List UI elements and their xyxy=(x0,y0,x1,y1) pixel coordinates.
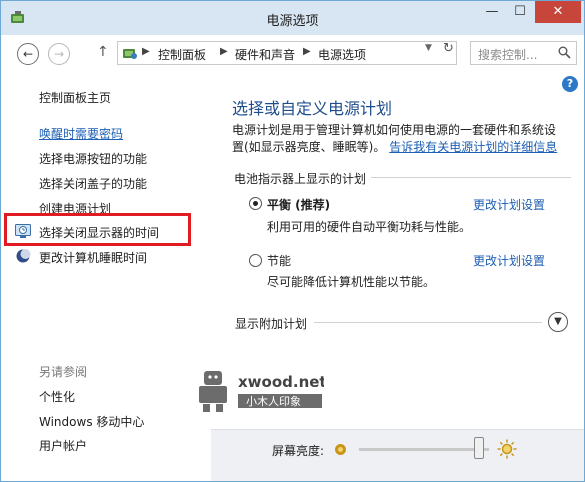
minimize-button[interactable]: — xyxy=(479,1,505,23)
section-divider xyxy=(371,177,571,178)
crumb-control-panel[interactable]: 控制面板 xyxy=(158,46,206,63)
arrow-up-icon: ↑ xyxy=(97,44,109,60)
crumb-hardware-sound[interactable]: 硬件和声音 xyxy=(235,46,295,63)
sidebar-item-personalization[interactable]: 个性化 xyxy=(39,388,75,405)
plan-balanced-desc: 利用可用的硬件自动平衡功耗与性能。 xyxy=(267,220,472,234)
plan-power-saver-name[interactable]: 节能 xyxy=(267,252,291,269)
svg-text:小木人印象: 小木人印象 xyxy=(246,395,301,408)
sidebar-item-sleep-time[interactable]: 更改计算机睡眠时间 xyxy=(39,249,147,266)
sidebar-item-mobility-center[interactable]: Windows 移动中心 xyxy=(39,413,144,430)
sidebar-control-panel-home[interactable]: 控制面板主页 xyxy=(39,89,111,106)
control-panel-icon xyxy=(123,49,137,59)
crumb-power-options[interactable]: 电源选项 xyxy=(318,46,366,63)
see-also-heading: 另请参阅 xyxy=(39,365,88,379)
highlight-box xyxy=(4,213,191,246)
refresh-icon[interactable]: ↻ xyxy=(443,41,454,56)
watermark-logo: xwood.net 小木人印象 xyxy=(199,371,324,412)
title-bar: 电源选项 — ☐ ✕ xyxy=(1,1,584,35)
plan-power-saver-radio[interactable] xyxy=(249,254,262,267)
address-row: ← → ↑ ▶ 控制面板 ▶ 硬件和声音 ▶ 电源选项 ▼ ↻ 搜索控制... xyxy=(1,35,584,71)
brightness-label: 屏幕亮度: xyxy=(272,444,325,458)
plan-balanced-change-link[interactable]: 更改计划设置 xyxy=(473,196,545,213)
page-description: 电源计划是用于管理计算机如何使用电源的一套硬件和系统设置(如显示器亮度、睡眠等)… xyxy=(232,122,562,156)
show-additional-plans-label[interactable]: 显示附加计划 xyxy=(235,315,307,332)
chevron-down-icon: ▼ xyxy=(554,316,562,327)
brightness-slider[interactable] xyxy=(359,448,489,451)
section-label: 电池指示器上显示的计划 xyxy=(234,172,367,186)
moon-icon xyxy=(16,249,31,263)
arrow-left-icon: ← xyxy=(22,47,34,61)
search-input[interactable]: 搜索控制... xyxy=(470,41,577,65)
expand-button[interactable]: ▼ xyxy=(548,312,568,332)
search-icon[interactable] xyxy=(558,46,571,59)
up-button[interactable]: ↑ xyxy=(97,44,109,60)
plan-power-saver-change-link[interactable]: 更改计划设置 xyxy=(473,252,545,269)
sidebar-item-power-button[interactable]: 选择电源按钮的功能 xyxy=(39,150,147,167)
close-button[interactable]: ✕ xyxy=(535,1,581,23)
back-button[interactable]: ← xyxy=(17,43,39,65)
arrow-right-icon: → xyxy=(53,47,65,61)
sun-icon xyxy=(497,439,517,459)
chevron-right-icon: ▶ xyxy=(142,46,150,57)
chevron-right-icon: ▶ xyxy=(303,46,311,57)
power-options-window: 电源选项 — ☐ ✕ ← → ↑ ▶ 控制面板 ▶ 硬件和声音 ▶ 电源选项 ▼… xyxy=(0,0,585,482)
plan-balanced-radio[interactable] xyxy=(249,197,262,210)
forward-button[interactable]: → xyxy=(48,43,70,65)
plan-power-saver-desc: 尽可能降低计算机性能以节能。 xyxy=(267,275,436,289)
more-plans-divider xyxy=(314,322,542,323)
maximize-button[interactable]: ☐ xyxy=(507,1,533,23)
help-icon[interactable]: ? xyxy=(562,76,578,92)
sidebar-item-wake-password[interactable]: 唤醒时需要密码 xyxy=(39,125,123,142)
page-title: 选择或自定义电源计划 xyxy=(232,99,393,118)
brightness-slider-thumb[interactable] xyxy=(473,437,484,459)
chevron-down-icon[interactable]: ▼ xyxy=(425,43,432,53)
sidebar-item-lid[interactable]: 选择关闭盖子的功能 xyxy=(39,175,147,192)
learn-more-link[interactable]: 告诉我有关电源计划的详细信息 xyxy=(389,140,557,154)
brightness-bar: 屏幕亮度: xyxy=(211,429,584,481)
sidebar-item-user-accounts[interactable]: 用户帐户 xyxy=(39,437,87,454)
chevron-right-icon: ▶ xyxy=(220,46,228,57)
plan-balanced-name[interactable]: 平衡 (推荐) xyxy=(267,196,330,213)
brightness-low-icon xyxy=(335,444,346,455)
search-placeholder: 搜索控制... xyxy=(478,48,538,62)
svg-text:xwood.net: xwood.net xyxy=(238,373,324,391)
breadcrumb[interactable]: ▶ 控制面板 ▶ 硬件和声音 ▶ 电源选项 xyxy=(117,41,457,65)
